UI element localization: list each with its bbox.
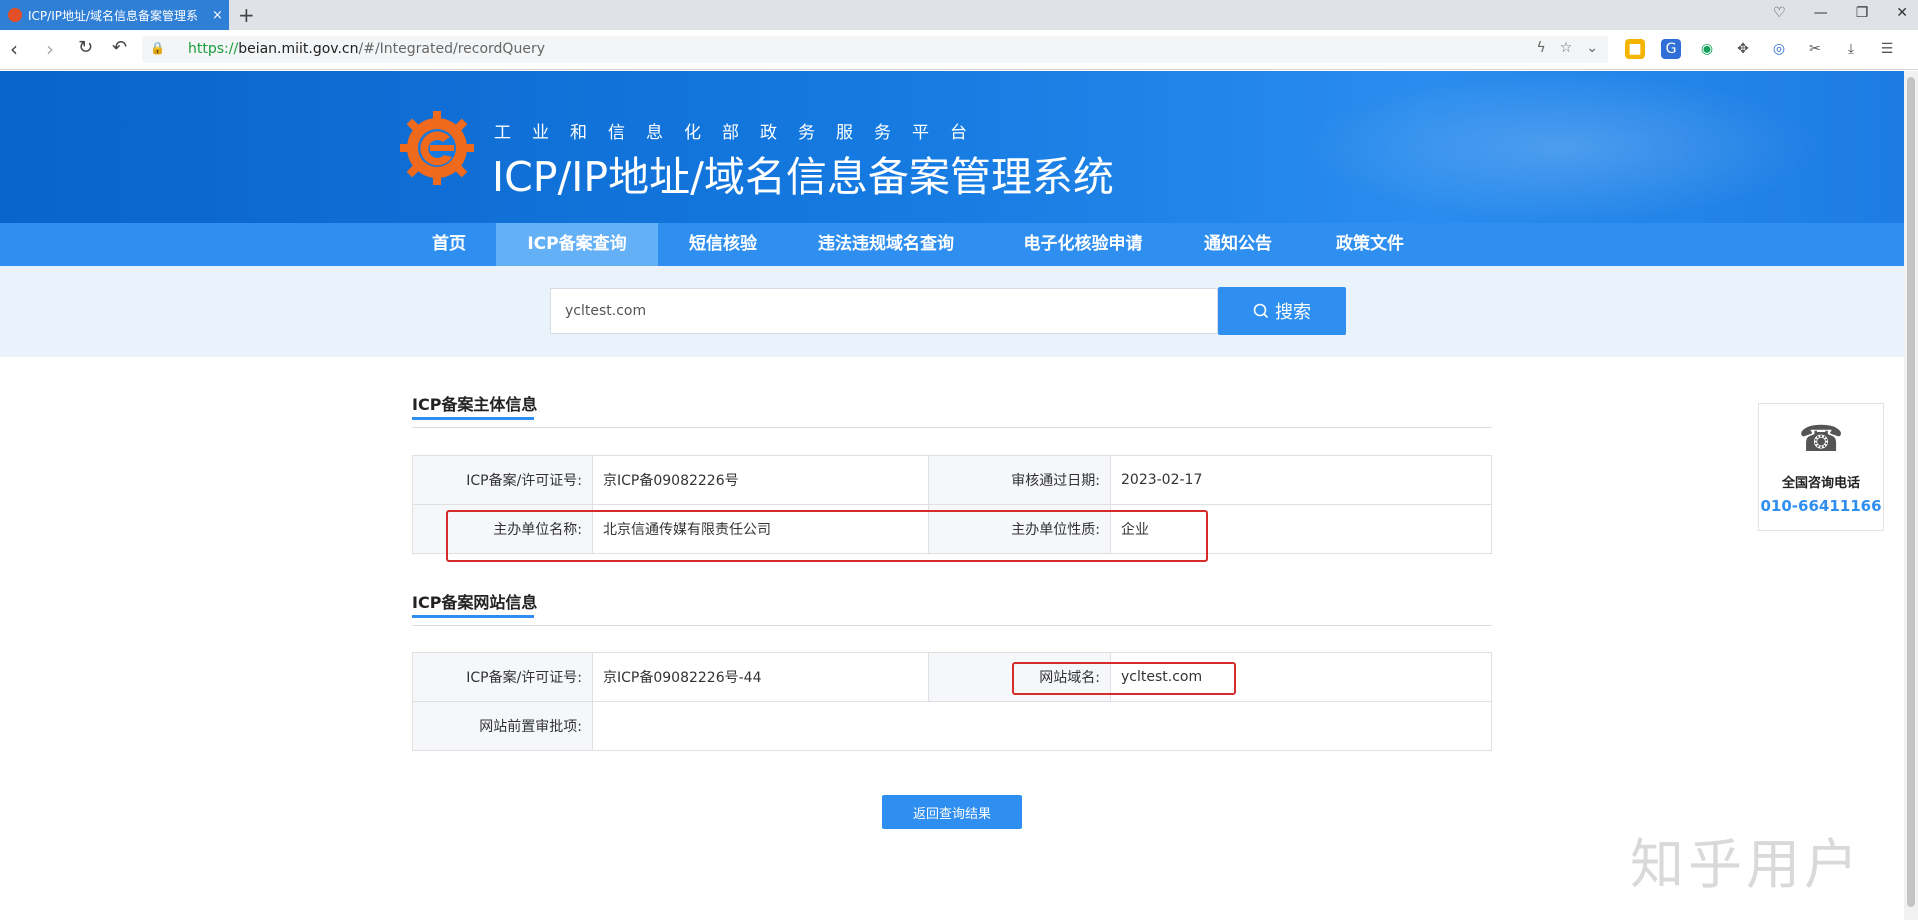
watermark-text: 知乎用户: [1630, 833, 1862, 896]
undo-icon[interactable]: ↶: [112, 37, 127, 58]
address-bar-row: ‹ › ↻ ↶ 🔒 https://beian.miit.gov.cn/#/In…: [0, 30, 1918, 70]
highlight-box-domain: [1012, 662, 1236, 695]
subject-info-underline: [412, 417, 534, 420]
browser-tab[interactable]: ICP/IP地址/域名信息备案管理系 ×: [0, 0, 229, 30]
nav-item-sms-verify[interactable]: 短信核验: [672, 223, 774, 266]
back-icon[interactable]: ‹: [10, 37, 18, 61]
miit-logo-icon: [400, 111, 474, 185]
main-nav: 首页 ICP备案查询 短信核验 违法违规域名查询 电子化核验申请 通知公告 政策…: [0, 223, 1904, 266]
download-icon[interactable]: ⤓: [1841, 39, 1861, 59]
back-to-results-button[interactable]: 返回查询结果: [882, 795, 1022, 829]
subject-info-title: ICP备案主体信息: [412, 395, 538, 414]
apps-grid-icon[interactable]: ■: [1625, 39, 1645, 59]
nav-item-home[interactable]: 首页: [418, 223, 480, 266]
menu-icon[interactable]: ☰: [1877, 39, 1897, 59]
telephone-icon: ☎: [1798, 419, 1844, 460]
hotline-widget[interactable]: ☎ 全国咨询电话 010-66411166: [1758, 403, 1884, 531]
section-divider: [412, 625, 1492, 626]
highlight-box-org: [446, 510, 1208, 562]
scissors-icon[interactable]: ✂: [1805, 39, 1825, 59]
nav-item-notices[interactable]: 通知公告: [1196, 223, 1280, 266]
hotline-number: 010-66411166: [1760, 497, 1882, 515]
search-button-label: 搜索: [1275, 302, 1311, 323]
new-tab-button[interactable]: +: [238, 3, 255, 27]
site-license-label: ICP备案/许可证号:: [412, 652, 593, 702]
browser-tab-bar: ICP/IP地址/域名信息备案管理系 × + ♡ — ❐ ✕: [0, 0, 1918, 30]
tab-title: ICP/IP地址/域名信息备案管理系: [28, 8, 199, 23]
extension-circle-icon[interactable]: ◎: [1769, 39, 1789, 59]
url-text: https://beian.miit.gov.cn/#/Integrated/r…: [188, 41, 545, 57]
approve-date-label: 审核通过日期:: [928, 455, 1111, 505]
restore-icon[interactable]: ❐: [1856, 5, 1869, 21]
license-label: ICP备案/许可证号:: [412, 455, 593, 505]
minimize-icon[interactable]: —: [1814, 5, 1828, 21]
banner-title: ICP/IP地址/域名信息备案管理系统: [492, 153, 1114, 201]
search-band: ycltest.com 搜索: [0, 266, 1904, 357]
site-banner: 工业和信息化部政务服务平台 ICP/IP地址/域名信息备案管理系统: [0, 71, 1904, 223]
table-row: ICP备案/许可证号: 京ICP备09082226号-44 网站域名: yclt…: [412, 652, 1492, 702]
close-window-icon[interactable]: ✕: [1896, 5, 1908, 21]
bookmark-star-icon[interactable]: ☆: [1560, 40, 1573, 56]
site-license-value: 京ICP备09082226号-44: [592, 652, 929, 702]
lightning-icon[interactable]: ϟ: [1536, 40, 1545, 56]
section-divider: [412, 427, 1492, 428]
license-value: 京ICP备09082226号: [592, 455, 929, 505]
search-button[interactable]: 搜索: [1218, 287, 1346, 335]
scrollbar-thumb[interactable]: [1907, 77, 1915, 907]
site-info-table: ICP备案/许可证号: 京ICP备09082226号-44 网站域名: yclt…: [412, 652, 1492, 751]
site-info-underline: [412, 615, 534, 618]
nav-item-illegal-domain[interactable]: 违法违规域名查询: [808, 223, 964, 266]
shield-lock-icon: 🔒: [150, 41, 165, 55]
site-info-title: ICP备案网站信息: [412, 593, 538, 612]
reload-icon[interactable]: ↻: [78, 37, 93, 58]
preapproval-value: [592, 701, 1492, 751]
nav-item-policies[interactable]: 政策文件: [1328, 223, 1412, 266]
search-input[interactable]: ycltest.com: [550, 288, 1218, 334]
table-row: 网站前置审批项:: [412, 701, 1492, 751]
search-icon: [1253, 303, 1269, 319]
tab-close-icon[interactable]: ×: [212, 8, 223, 23]
chevron-down-icon[interactable]: ⌄: [1586, 40, 1598, 56]
hotline-label: 全国咨询电话: [1781, 476, 1860, 491]
nav-item-icp-query[interactable]: ICP备案查询: [496, 223, 658, 266]
translate-icon[interactable]: G: [1661, 39, 1681, 59]
approve-date-value: 2023-02-17: [1110, 455, 1492, 505]
forward-icon[interactable]: ›: [46, 37, 54, 61]
nav-item-e-verify[interactable]: 电子化核验申请: [1008, 223, 1158, 266]
banner-subtitle: 工业和信息化部政务服务平台: [494, 123, 988, 143]
url-field[interactable]: 🔒 https://beian.miit.gov.cn/#/Integrated…: [142, 36, 1608, 63]
page-scrollbar[interactable]: [1904, 71, 1918, 920]
preapproval-label: 网站前置审批项:: [412, 701, 593, 751]
shirt-skin-icon[interactable]: ♡: [1773, 5, 1786, 21]
site-favicon-icon: [8, 8, 22, 22]
extension-pin-icon[interactable]: ✥: [1733, 39, 1753, 59]
table-row: ICP备案/许可证号: 京ICP备09082226号 审核通过日期: 2023-…: [412, 455, 1492, 505]
extension-green-icon[interactable]: ◉: [1697, 39, 1717, 59]
